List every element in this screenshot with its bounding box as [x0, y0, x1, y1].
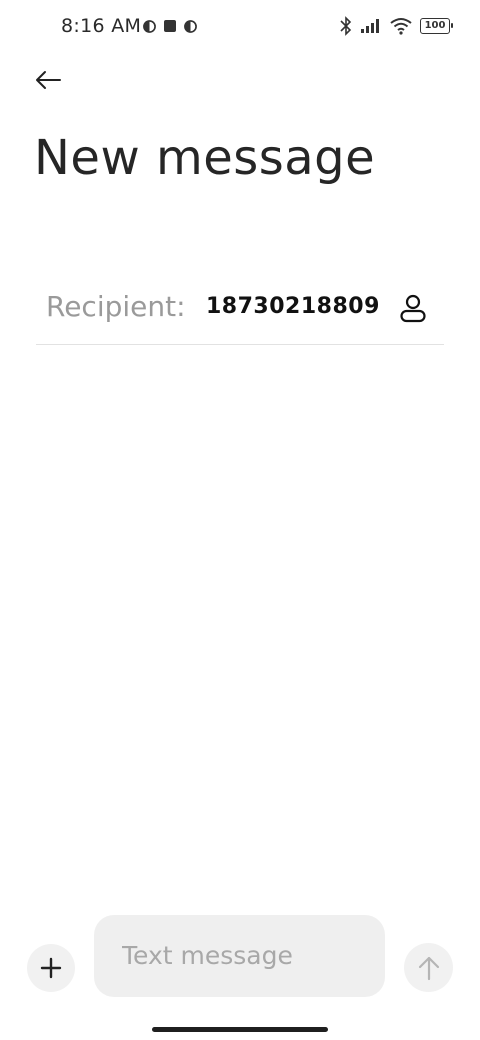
message-compose-box[interactable] — [94, 915, 385, 997]
status-bar: 8:16 AM 100 — [0, 0, 480, 52]
plus-icon — [40, 957, 62, 979]
square-icon — [164, 20, 176, 32]
home-indicator[interactable] — [152, 1027, 328, 1032]
message-input[interactable] — [122, 937, 362, 973]
status-time: 8:16 AM — [61, 15, 142, 37]
status-left-icons — [143, 19, 197, 33]
signal-icon — [361, 19, 379, 33]
recipient-label: Recipient: — [46, 290, 186, 323]
contact-picker-button[interactable] — [396, 292, 430, 326]
wifi-icon — [390, 18, 412, 35]
battery-icon: 100 — [420, 18, 453, 34]
back-button[interactable] — [30, 64, 66, 96]
arrow-left-icon — [36, 71, 61, 89]
bluetooth-icon — [340, 16, 352, 36]
arrow-up-icon — [418, 956, 439, 980]
half-circle-icon — [184, 19, 197, 33]
page-title: New message — [34, 130, 376, 186]
attach-button[interactable] — [27, 944, 75, 992]
half-circle-icon — [143, 19, 156, 33]
recipient-row[interactable]: Recipient: 18730218809 — [36, 280, 444, 345]
recipient-input[interactable]: 18730218809 — [206, 294, 396, 319]
person-icon — [400, 294, 426, 323]
screen: 8:16 AM 100 New message Recipient: 18730… — [0, 0, 480, 1040]
status-right-icons: 100 — [340, 16, 453, 36]
battery-level: 100 — [424, 20, 446, 31]
send-button[interactable] — [404, 943, 453, 992]
